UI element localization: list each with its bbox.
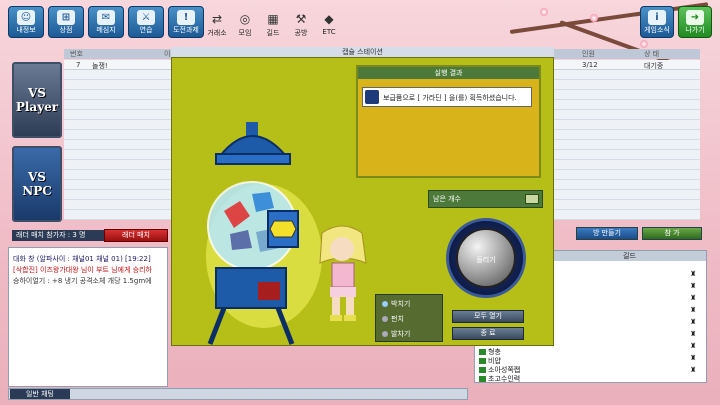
remaining-count: 남은 개수 [428, 190, 543, 208]
list-item-label: 소아성쪽쨉 [488, 366, 521, 374]
list-item-label: 초고수인력 [488, 375, 521, 383]
option-label: 박치기 [391, 300, 411, 308]
toolbar-button-1[interactable]: ⊞ 상점 [48, 6, 84, 38]
toolbar-button-label: 게임소식 [644, 26, 670, 34]
result-message: 보급품으로 [ 가라딘 ] 을(를) 획득하셨습니다. [383, 94, 517, 102]
toolbar-button-label: 메심지 [96, 26, 116, 34]
toolbar-button-label: 도전과제 [173, 26, 199, 34]
status-icons: ♜ ♜ ♜ ♜ ♜ ♜ ♜ ♜ ♜ [690, 270, 697, 374]
vs-npc-label: VS NPC [22, 170, 52, 198]
header-number: 번호 [70, 50, 83, 58]
chat-line: 승하이얼기 : +8 냉기 공격소체 개당 1.5gm에 [13, 277, 152, 285]
news-icon: i [648, 10, 666, 25]
exit-icon: ➜ [686, 10, 704, 25]
list-item-label: 비얍 [488, 357, 501, 365]
challenge-icon: ! [177, 10, 195, 25]
user-status-icon [479, 367, 486, 373]
trade-icon: ⇄ [211, 12, 223, 26]
option-label: 펀치 [391, 315, 404, 323]
option-radio[interactable]: 박치기 [382, 299, 410, 309]
message-icon: ✉ [97, 10, 115, 25]
toolbar-button-label: 연습 [139, 26, 153, 34]
toolbar-right-button-0[interactable]: i 게임소식 [640, 6, 674, 38]
toolbar-button-2[interactable]: ✉ 메심지 [88, 6, 124, 38]
ladder-match-button[interactable]: 래더 매치 [104, 229, 168, 242]
chat-line: 대화 창 (알파사이 : 채널01 채널 01) [19:22] [13, 255, 151, 263]
practice-icon: ⚔ [137, 10, 155, 25]
character-avatar [319, 225, 367, 321]
nav-item-2[interactable]: ▦ 길드 [260, 12, 286, 38]
list-item-label: 형충 [488, 348, 501, 356]
radio-dot-icon [382, 316, 388, 322]
nav-item-label: 거래소 [207, 29, 227, 37]
spin-dial-button[interactable]: 돌리기 [456, 228, 516, 288]
nav-item-0[interactable]: ⇄ 거래소 [204, 12, 230, 38]
nav-item-label: 공방 [294, 29, 308, 37]
header-players: 인원 [582, 50, 595, 58]
join-button[interactable]: 참 가 [642, 227, 702, 240]
vs-npc-card[interactable]: VS NPC [12, 146, 62, 222]
result-header: 실행 결과 [358, 67, 539, 79]
toolbar-button-label: 나가기 [685, 26, 705, 34]
user-status-icon [479, 376, 486, 382]
blossom-decoration [590, 14, 598, 22]
list-item[interactable]: 초고수인력 [479, 374, 520, 384]
group-icon: ◎ [239, 12, 251, 26]
nav-item-1[interactable]: ◎ 모임 [232, 12, 258, 38]
toolbar-button-label: 상점 [59, 26, 73, 34]
dialog-title: 캡슐 스테이션 [171, 47, 554, 57]
chat-tab[interactable]: 일반 채팅 [10, 389, 70, 399]
etc-icon: ◆ [324, 12, 334, 26]
vs-player-label: VS Player [15, 86, 59, 114]
chat-input-bar[interactable]: 일반 채팅 [8, 388, 468, 400]
room-number: 7 [76, 61, 81, 69]
item-icon [365, 90, 379, 104]
header-state: 상 태 [644, 50, 660, 58]
result-item: 보급품으로 [ 가라딘 ] 을(를) 획득하셨습니다. [362, 87, 532, 107]
radio-dot-icon [382, 331, 388, 337]
nav-item-3[interactable]: ⚒ 공방 [288, 12, 314, 38]
option-panel: 박치기펀치발차기 [375, 294, 443, 342]
user-status-icon [479, 349, 486, 355]
toolbar-button-label: 내정보 [16, 26, 36, 34]
option-radio[interactable]: 펀치 [382, 314, 404, 324]
nav-item-label: 길드 [266, 29, 280, 37]
toolbar-right-button-1[interactable]: ➜ 나가기 [678, 6, 712, 38]
nav-item-label: ETC [322, 28, 336, 36]
workshop-icon: ⚒ [295, 12, 307, 26]
radio-dot-icon [382, 301, 388, 307]
nav-item-4[interactable]: ◆ ETC [316, 12, 342, 36]
create-room-button[interactable]: 방 만들기 [576, 227, 638, 240]
chat-panel: 대화 창 (알파사이 : 채널01 채널 01) [19:22] [삭합진] 이즈… [8, 247, 168, 387]
person-icon: ☺ [17, 10, 35, 25]
option-label: 발차기 [391, 330, 411, 338]
user-status-icon [479, 358, 486, 364]
toolbar-button-4[interactable]: ! 도전과제 [168, 6, 204, 38]
toolbar-button-0[interactable]: ☺ 내정보 [8, 6, 44, 38]
vs-player-card[interactable]: VS Player [12, 62, 62, 138]
cart-icon: ⊞ [57, 10, 75, 25]
chat-line: [삭합진] 이즈왕가대왕 님이 부트 님에게 승리하 [13, 266, 152, 274]
close-button[interactable]: 종 료 [452, 327, 524, 340]
option-radio[interactable]: 발차기 [382, 329, 410, 339]
remaining-label: 남은 개수 [433, 195, 461, 203]
blossom-decoration [640, 40, 648, 48]
room-players: 3/12 [582, 61, 598, 69]
blossom-decoration [540, 8, 548, 16]
guild-tab[interactable]: 길드 [623, 251, 636, 261]
nav-item-label: 모임 [238, 29, 252, 37]
toolbar-button-3[interactable]: ⚔ 연습 [128, 6, 164, 38]
remaining-box [525, 194, 539, 204]
guild-icon: ▦ [267, 12, 279, 26]
result-panel: 실행 결과 보급품으로 [ 가라딘 ] 을(를) 획득하셨습니다. [356, 65, 541, 178]
open-all-button[interactable]: 모두 열기 [452, 310, 524, 323]
